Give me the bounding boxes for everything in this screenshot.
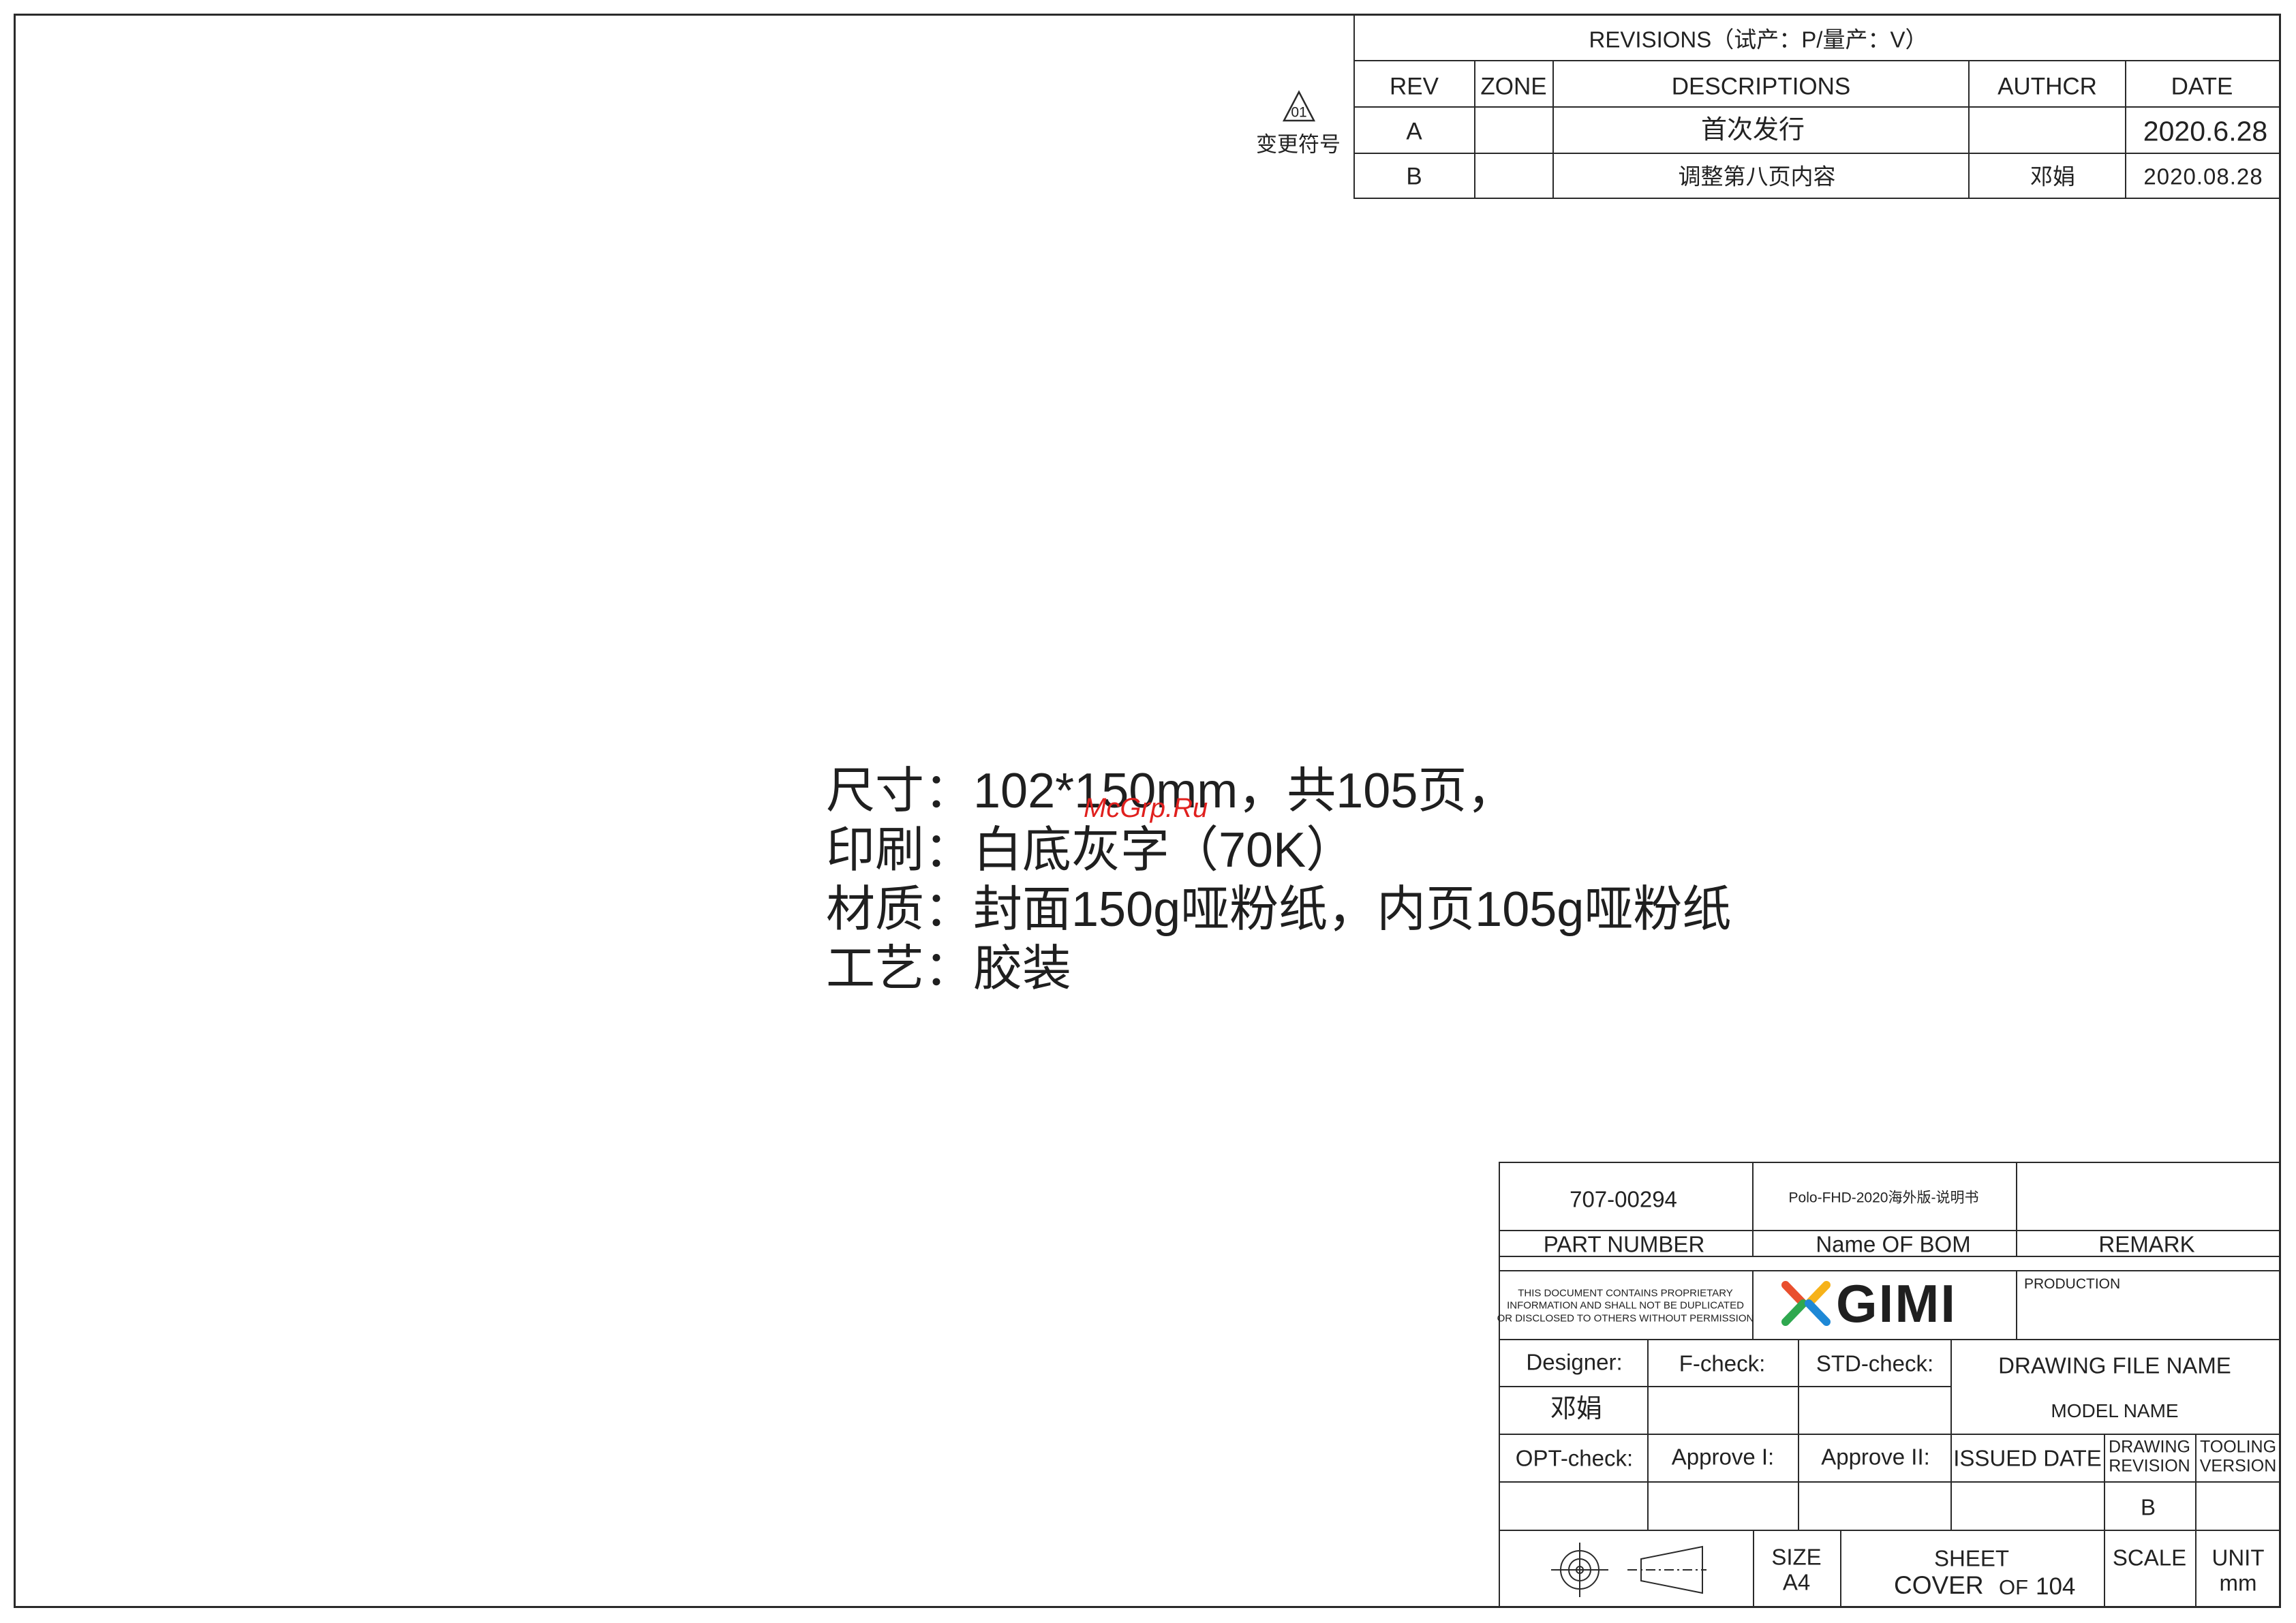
revision-rev: A <box>1406 118 1422 145</box>
revision-date: 2020.6.28 <box>2143 115 2268 147</box>
print-specifications: 尺寸：102*150mm，共105页， 印刷：白底灰字（70K） 材质：封面15… <box>826 762 1731 999</box>
tooling-version-label-2: VERSION <box>2199 1456 2277 1476</box>
f-check-label: F-check: <box>1679 1350 1766 1376</box>
production-label: PRODUCTION <box>2024 1276 2121 1292</box>
sheet-of: OF <box>1999 1575 2029 1599</box>
third-angle-projection-icon <box>1551 1543 1706 1597</box>
revision-author: 邓娟 <box>2030 164 2075 189</box>
tooling-version-label-1: TOOLING <box>2199 1437 2277 1457</box>
remark-label: REMARK <box>2098 1231 2195 1257</box>
sheet-total: 104 <box>2036 1573 2076 1600</box>
opt-check-label: OPT-check: <box>1515 1445 1634 1471</box>
revisions-title: REVISIONS（试产：P/量产：V） <box>1589 27 1928 52</box>
approve-2-label: Approve II: <box>1821 1444 1930 1470</box>
unit-label: UNIT <box>2211 1545 2265 1571</box>
change-symbol-label: 变更符号 <box>1256 132 1341 157</box>
approve-1-label: Approve I: <box>1671 1444 1775 1470</box>
drawing-revision-label-1: DRAWING <box>2109 1437 2190 1457</box>
descriptions-column-header: DESCRIPTIONS <box>1671 73 1851 100</box>
spec-printing-line: 印刷：白底灰字（70K） <box>826 823 1356 878</box>
proprietary-line-1: THIS DOCUMENT CONTAINS PROPRIETARY <box>1518 1287 1733 1299</box>
sheet-cover: COVER <box>1894 1571 1984 1599</box>
part-number-value: 707-00294 <box>1570 1186 1677 1212</box>
drawing-revision-label-2: REVISION <box>2109 1456 2190 1476</box>
model-name-label: MODEL NAME <box>2051 1400 2179 1421</box>
issued-date-label: ISSUED DATE <box>1953 1445 2102 1471</box>
revision-date: 2020.08.28 <box>2143 164 2263 189</box>
scale-label: SCALE <box>2112 1545 2187 1571</box>
designer-label: Designer: <box>1526 1349 1623 1375</box>
drawing-file-name-label: DRAWING FILE NAME <box>1998 1352 2231 1378</box>
date-column-header: DATE <box>2171 73 2233 100</box>
proprietary-line-2: INFORMATION AND SHALL NOT BE DUPLICATED <box>1507 1299 1744 1312</box>
rev-column-header: REV <box>1390 73 1439 100</box>
author-column-header: AUTHCR <box>1997 73 2097 100</box>
drawing-revision-value: B <box>2140 1494 2156 1520</box>
size-value: A4 <box>1782 1569 1811 1595</box>
xgimi-x-logo-icon <box>1781 1281 1831 1326</box>
spec-material-line: 材质：封面150g哑粉纸，内页105g哑粉纸 <box>826 882 1732 937</box>
sheet-label: SHEET <box>1933 1545 2010 1571</box>
std-check-label: STD-check: <box>1816 1350 1934 1376</box>
revision-rev: B <box>1406 163 1422 190</box>
designer-value: 邓娟 <box>1550 1395 1603 1423</box>
spec-size-line: 尺寸：102*150mm，共105页， <box>826 764 1516 818</box>
revision-description: 调整第八页内容 <box>1678 164 1836 189</box>
zone-column-header: ZONE <box>1480 73 1547 100</box>
part-number-label: PART NUMBER <box>1543 1231 1705 1257</box>
logo-wordmark: GIMI <box>1836 1273 1957 1333</box>
revision-description: 首次发行 <box>1700 116 1805 144</box>
bom-name-label: Name OF BOM <box>1816 1231 1971 1257</box>
size-label: SIZE <box>1771 1544 1822 1570</box>
change-symbol-number: 01 <box>1291 104 1307 121</box>
spec-process-line: 工艺：胶装 <box>826 942 1072 996</box>
unit-value: mm <box>2219 1570 2257 1596</box>
watermark: McGrp.Ru <box>1084 793 1208 823</box>
proprietary-line-3: OR DISCLOSED TO OTHERS WITHOUT PERMISSIO… <box>1497 1312 1754 1325</box>
bom-name-value: Polo-FHD-2020海外版-说明书 <box>1788 1190 1979 1206</box>
